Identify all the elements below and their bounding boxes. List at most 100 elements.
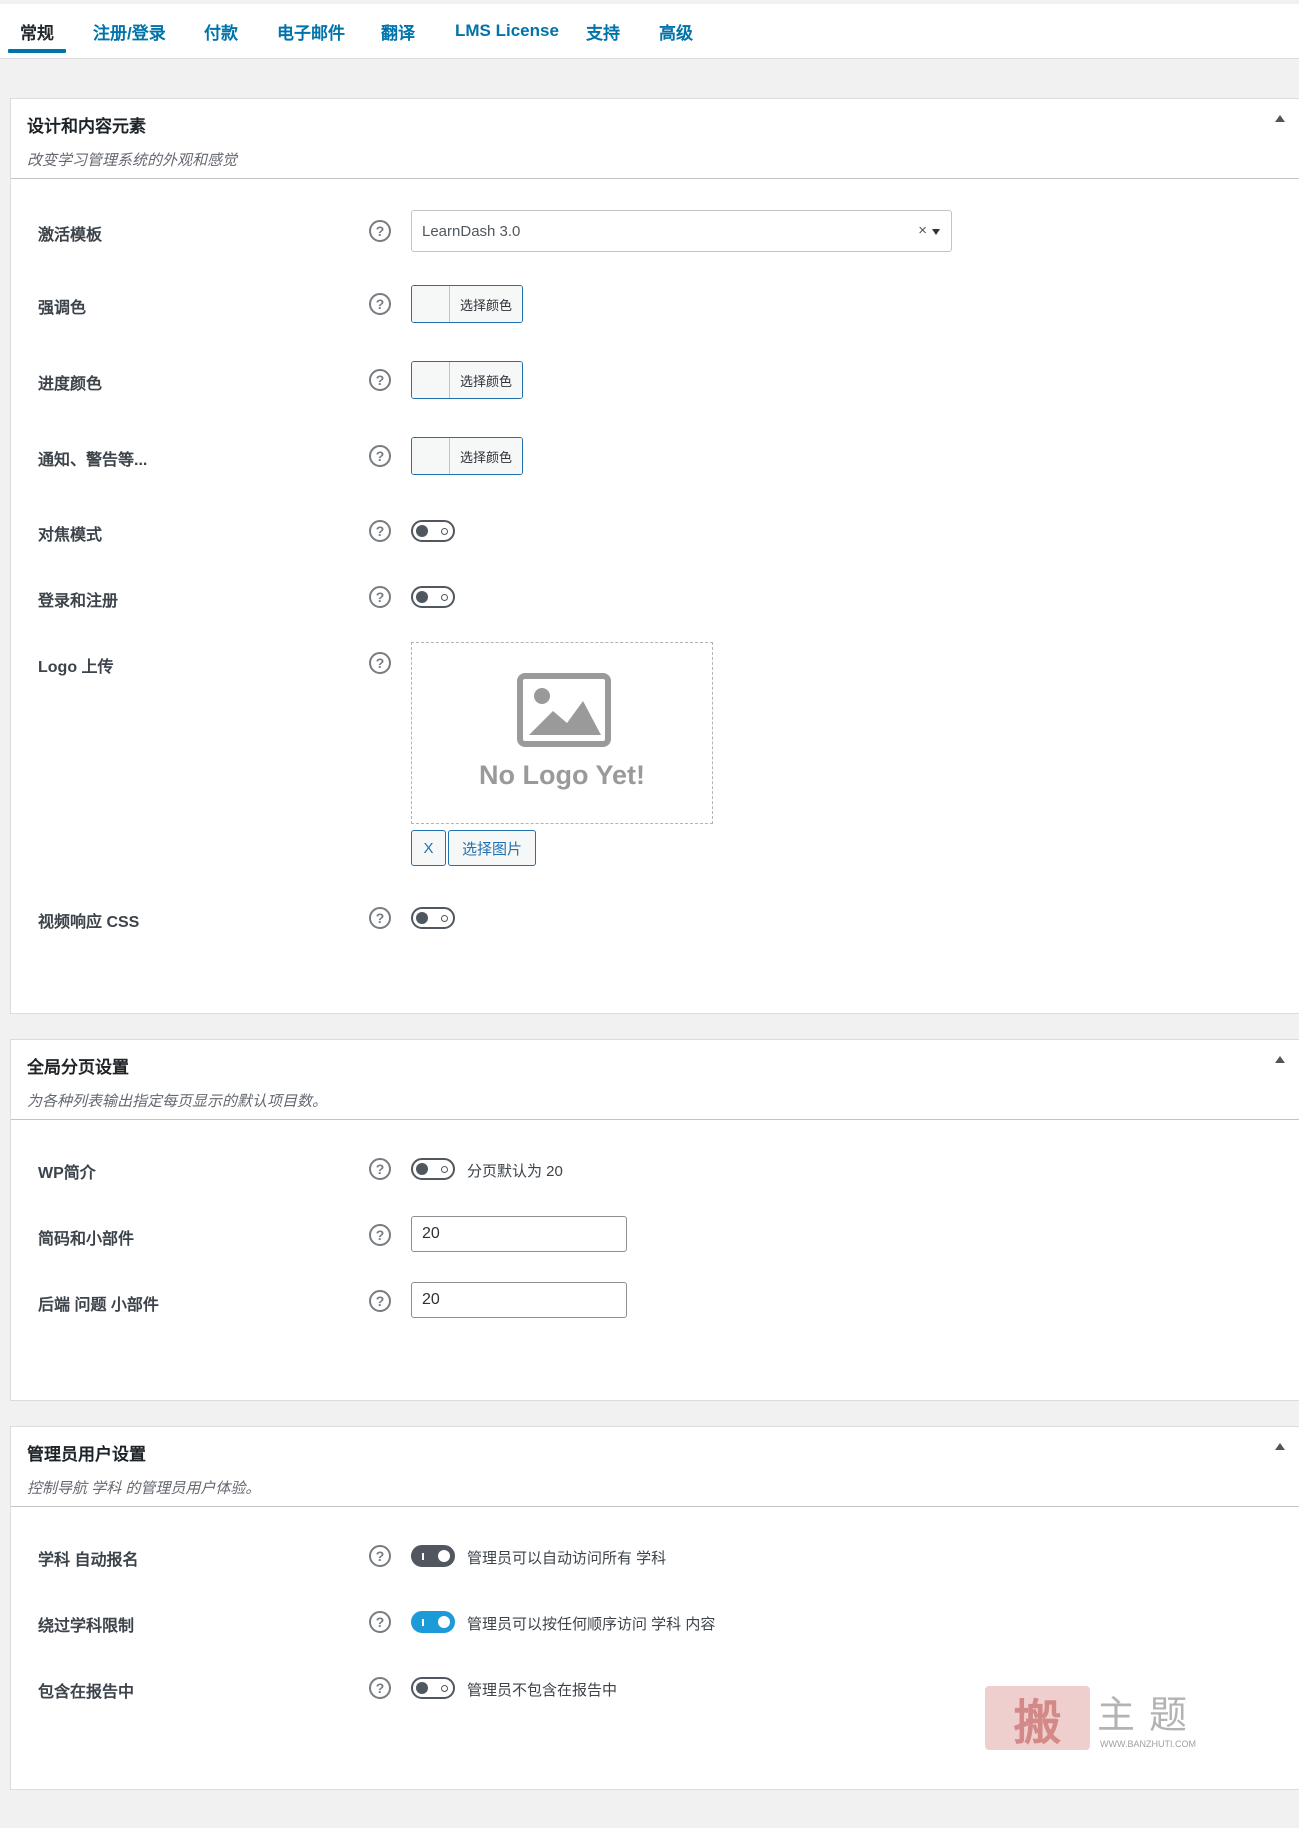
- admin-user-panel-header: 管理员用户设置 控制导航 学科 的管理员用户体验。: [11, 1427, 1299, 1507]
- wp-profile-label: WP简介: [38, 1165, 96, 1182]
- toggle-knob: [416, 1682, 428, 1694]
- tab-translations[interactable]: 翻译: [381, 4, 415, 59]
- watermark-text: 主题: [1097, 1693, 1202, 1737]
- row-progress-color: 进度颜色 ? 选择颜色: [11, 361, 1299, 401]
- help-icon[interactable]: ?: [369, 520, 391, 542]
- row-auto-enroll: 学科 自动报名 ? 管理员可以自动访问所有 学科: [11, 1537, 1299, 1577]
- watermark-stamp: 搬: [985, 1686, 1090, 1751]
- row-responsive-video: 视频响应 CSS ?: [11, 899, 1299, 939]
- tab-support[interactable]: 支持: [586, 4, 620, 59]
- remove-logo-button[interactable]: X: [411, 830, 446, 866]
- row-shortcodes: 简码和小部件 ?: [11, 1216, 1299, 1256]
- toggle-off-icon: [441, 915, 448, 922]
- watermark-url: WWW.BANZHUTI.COM: [1100, 1739, 1196, 1749]
- tab-general[interactable]: 常规: [8, 4, 66, 59]
- help-icon[interactable]: ?: [369, 1290, 391, 1312]
- help-icon[interactable]: ?: [369, 1677, 391, 1699]
- reports-toggle[interactable]: [411, 1677, 455, 1699]
- color-swatch: [412, 438, 450, 474]
- color-picker-label: 选择颜色: [450, 362, 522, 398]
- clear-icon[interactable]: ×: [918, 222, 927, 239]
- chevron-down-icon[interactable]: [932, 229, 940, 235]
- focus-mode-toggle[interactable]: [411, 520, 455, 542]
- color-swatch: [412, 362, 450, 398]
- row-backend-questions: 后端 问题 小部件 ?: [11, 1282, 1299, 1322]
- toggle-knob: [416, 1163, 428, 1175]
- pagination-panel-header: 全局分页设置 为各种列表输出指定每页显示的默认项目数。: [11, 1040, 1299, 1120]
- select-value: LearnDash 3.0: [422, 223, 521, 240]
- collapse-arrow-icon[interactable]: [1275, 1443, 1285, 1450]
- select-image-button[interactable]: 选择图片: [448, 830, 536, 866]
- help-icon[interactable]: ?: [369, 220, 391, 242]
- alerts-color-picker[interactable]: 选择颜色: [411, 437, 523, 475]
- color-picker-label: 选择颜色: [450, 438, 522, 474]
- color-swatch: [412, 286, 450, 322]
- help-icon[interactable]: ?: [369, 1224, 391, 1246]
- responsive-video-toggle[interactable]: [411, 907, 455, 929]
- panel-description: 为各种列表输出指定每页显示的默认项目数。: [27, 1093, 328, 1110]
- login-registration-toggle[interactable]: [411, 586, 455, 608]
- panel-title: 管理员用户设置: [27, 1445, 146, 1464]
- bypass-toggle[interactable]: [411, 1611, 455, 1633]
- login-registration-label: 登录和注册: [38, 593, 119, 610]
- accent-color-picker[interactable]: 选择颜色: [411, 285, 523, 323]
- settings-tabs: 常规 注册/登录 付款 电子邮件 翻译 LMS License 支持 高级: [0, 4, 1299, 59]
- row-accent-color: 强调色 ? 选择颜色: [11, 285, 1299, 325]
- toggle-off-icon: [441, 528, 448, 535]
- no-logo-text: No Logo Yet!: [479, 760, 645, 790]
- progress-color-label: 进度颜色: [38, 376, 103, 393]
- row-focus-mode: 对焦模式 ?: [11, 512, 1299, 552]
- panel-title: 设计和内容元素: [27, 117, 146, 136]
- row-alerts-color: 通知、警告等... ? 选择颜色: [11, 437, 1299, 477]
- color-picker-label: 选择颜色: [450, 286, 522, 322]
- tab-payments[interactable]: 付款: [204, 4, 238, 59]
- toggle-knob: [438, 1550, 450, 1562]
- shortcodes-label: 简码和小部件: [38, 1231, 135, 1248]
- tab-lms-license[interactable]: LMS License: [455, 4, 559, 59]
- toggle-knob: [416, 912, 428, 924]
- image-placeholder-icon: [517, 673, 611, 747]
- accent-color-label: 强调色: [38, 300, 87, 317]
- progress-color-picker[interactable]: 选择颜色: [411, 361, 523, 399]
- auto-enroll-note: 管理员可以自动访问所有 学科: [467, 1550, 667, 1567]
- wp-profile-toggle[interactable]: [411, 1158, 455, 1180]
- help-icon[interactable]: ?: [369, 293, 391, 315]
- toggle-on-icon: [422, 1619, 424, 1626]
- bypass-label: 绕过学科限制: [38, 1618, 135, 1635]
- toggle-on-icon: [422, 1553, 424, 1560]
- panel-description: 改变学习管理系统的外观和感觉: [27, 152, 238, 169]
- reports-label: 包含在报告中: [38, 1684, 135, 1701]
- tab-emails[interactable]: 电子邮件: [277, 4, 345, 59]
- active-template-select[interactable]: LearnDash 3.0 ×: [411, 210, 952, 252]
- help-icon[interactable]: ?: [369, 1158, 391, 1180]
- help-icon[interactable]: ?: [369, 1611, 391, 1633]
- auto-enroll-toggle[interactable]: [411, 1545, 455, 1567]
- tab-registration-login[interactable]: 注册/登录: [93, 4, 166, 59]
- help-icon[interactable]: ?: [369, 369, 391, 391]
- reports-note: 管理员不包含在报告中: [467, 1682, 618, 1699]
- watermark-logo: 搬 主题 WWW.BANZHUTI.COM: [985, 1682, 1215, 1754]
- row-wp-profile: WP简介 ? 分页默认为 20: [11, 1150, 1299, 1190]
- toggle-knob: [416, 525, 428, 537]
- panel-title: 全局分页设置: [27, 1058, 129, 1077]
- backend-questions-per-page-input[interactable]: [411, 1282, 627, 1318]
- design-panel-header: 设计和内容元素 改变学习管理系统的外观和感觉: [11, 99, 1299, 179]
- toggle-knob: [416, 591, 428, 603]
- active-template-label: 激活模板: [38, 227, 103, 244]
- help-icon[interactable]: ?: [369, 1545, 391, 1567]
- help-icon[interactable]: ?: [369, 652, 391, 674]
- toggle-off-icon: [441, 1166, 448, 1173]
- tab-advanced[interactable]: 高级: [659, 4, 693, 59]
- auto-enroll-label: 学科 自动报名: [38, 1552, 139, 1569]
- alerts-color-label: 通知、警告等...: [38, 452, 148, 469]
- logo-upload-label: Logo 上传: [38, 659, 114, 676]
- shortcodes-per-page-input[interactable]: [411, 1216, 627, 1252]
- collapse-arrow-icon[interactable]: [1275, 115, 1285, 122]
- help-icon[interactable]: ?: [369, 586, 391, 608]
- row-active-template: 激活模板 ? LearnDash 3.0 ×: [11, 210, 1299, 252]
- help-icon[interactable]: ?: [369, 445, 391, 467]
- toggle-knob: [438, 1616, 450, 1628]
- toggle-off-icon: [441, 594, 448, 601]
- collapse-arrow-icon[interactable]: [1275, 1056, 1285, 1063]
- help-icon[interactable]: ?: [369, 907, 391, 929]
